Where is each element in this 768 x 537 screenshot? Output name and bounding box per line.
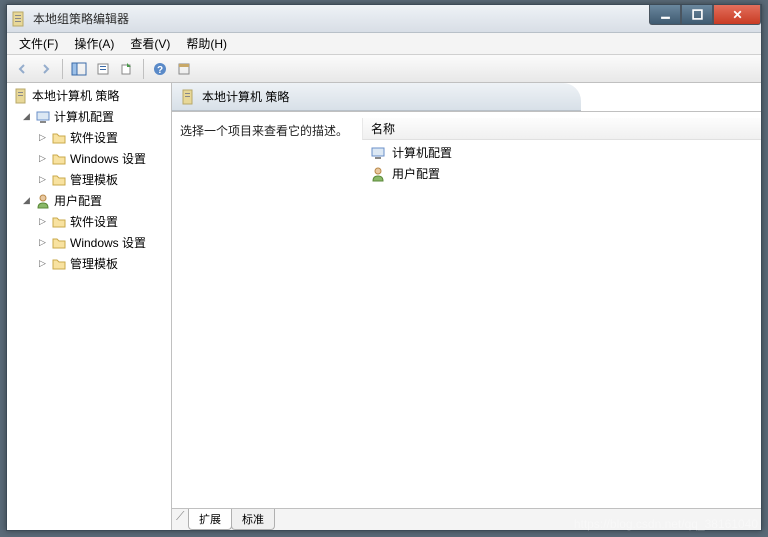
menu-file[interactable]: 文件(F) xyxy=(11,33,66,54)
computer-icon xyxy=(370,145,386,161)
watermark: https://blog.csdn.net/qq_38161040 xyxy=(574,517,758,531)
document-icon xyxy=(180,89,196,105)
tree-computer-config[interactable]: ◢ 计算机配置 xyxy=(7,106,171,127)
menu-action[interactable]: 操作(A) xyxy=(66,33,122,54)
tree-label: Windows 设置 xyxy=(70,150,146,167)
toolbar-separator xyxy=(143,59,144,79)
minimize-button[interactable] xyxy=(649,5,681,25)
expand-icon[interactable]: ▷ xyxy=(37,258,48,269)
document-icon xyxy=(13,88,29,104)
export-button[interactable] xyxy=(116,58,138,80)
app-icon xyxy=(11,11,27,27)
user-icon xyxy=(35,193,51,209)
tree-label: 软件设置 xyxy=(70,213,118,230)
folder-icon xyxy=(51,172,67,188)
detail-title: 本地计算机 策略 xyxy=(202,88,289,105)
folder-icon xyxy=(51,256,67,272)
expand-icon[interactable]: ▷ xyxy=(37,237,48,248)
user-icon xyxy=(370,166,386,182)
window-controls xyxy=(649,5,761,25)
tree-software-settings[interactable]: ▷ 软件设置 xyxy=(7,127,171,148)
list-item-label: 计算机配置 xyxy=(392,144,452,161)
forward-button[interactable] xyxy=(35,58,57,80)
detail-header: 本地计算机 策略 xyxy=(172,83,581,111)
list-column: 名称 计算机配置 用户配置 xyxy=(362,118,761,508)
show-hide-tree-button[interactable] xyxy=(68,58,90,80)
list-item-label: 用户配置 xyxy=(392,165,440,182)
menu-help[interactable]: 帮助(H) xyxy=(178,33,235,54)
tree-pane[interactable]: 本地计算机 策略 ◢ 计算机配置 ▷ 软件设置 ▷ Windows 设置 ▷ 管… xyxy=(7,83,172,530)
tree-admin-templates[interactable]: ▷ 管理模板 xyxy=(7,253,171,274)
list-item-user[interactable]: 用户配置 xyxy=(362,163,761,184)
expand-icon[interactable]: ▷ xyxy=(37,153,48,164)
tab-extended[interactable]: 扩展 xyxy=(188,509,232,530)
folder-icon xyxy=(51,214,67,230)
tree-label: 管理模板 xyxy=(70,171,118,188)
collapse-icon[interactable]: ◢ xyxy=(21,111,32,122)
help-button[interactable]: ? xyxy=(149,58,171,80)
expand-icon[interactable]: ▷ xyxy=(37,216,48,227)
folder-icon xyxy=(51,235,67,251)
computer-icon xyxy=(35,109,51,125)
detail-body: 选择一个项目来查看它的描述。 名称 计算机配置 用户配置 xyxy=(172,112,761,508)
filter-button[interactable] xyxy=(173,58,195,80)
close-button[interactable] xyxy=(713,5,761,25)
folder-icon xyxy=(51,130,67,146)
tree-windows-settings[interactable]: ▷ Windows 设置 xyxy=(7,148,171,169)
expand-icon[interactable]: ▷ xyxy=(37,174,48,185)
content-area: 本地计算机 策略 ◢ 计算机配置 ▷ 软件设置 ▷ Windows 设置 ▷ 管… xyxy=(7,83,761,530)
svg-text:?: ? xyxy=(157,65,163,76)
column-header-name[interactable]: 名称 xyxy=(362,118,761,140)
tree-label: 计算机配置 xyxy=(54,108,114,125)
detail-pane: 本地计算机 策略 选择一个项目来查看它的描述。 名称 计算机配置 xyxy=(172,83,761,530)
collapse-icon[interactable]: ◢ xyxy=(21,195,32,206)
tree-admin-templates[interactable]: ▷ 管理模板 xyxy=(7,169,171,190)
tab-standard[interactable]: 标准 xyxy=(231,509,275,530)
toolbar-separator xyxy=(62,59,63,79)
column-label: 名称 xyxy=(371,120,395,137)
tree-label: 本地计算机 策略 xyxy=(32,87,119,104)
tree-windows-settings[interactable]: ▷ Windows 设置 xyxy=(7,232,171,253)
back-button[interactable] xyxy=(11,58,33,80)
tree-software-settings[interactable]: ▷ 软件设置 xyxy=(7,211,171,232)
menu-view[interactable]: 查看(V) xyxy=(122,33,178,54)
tab-decoration: ⟋ xyxy=(176,509,184,524)
description-column: 选择一个项目来查看它的描述。 xyxy=(172,118,362,508)
menubar: 文件(F) 操作(A) 查看(V) 帮助(H) xyxy=(7,33,761,55)
tree-root[interactable]: 本地计算机 策略 xyxy=(7,85,171,106)
maximize-button[interactable] xyxy=(681,5,713,25)
folder-icon xyxy=(51,151,67,167)
titlebar[interactable]: 本地组策略编辑器 xyxy=(7,5,761,33)
expand-icon[interactable]: ▷ xyxy=(37,132,48,143)
tree-label: 用户配置 xyxy=(54,192,102,209)
tree-label: 管理模板 xyxy=(70,255,118,272)
tree-user-config[interactable]: ◢ 用户配置 xyxy=(7,190,171,211)
properties-button[interactable] xyxy=(92,58,114,80)
tree-label: 软件设置 xyxy=(70,129,118,146)
toolbar: ? xyxy=(7,55,761,83)
description-text: 选择一个项目来查看它的描述。 xyxy=(180,124,348,138)
tree-label: Windows 设置 xyxy=(70,234,146,251)
list-item-computer[interactable]: 计算机配置 xyxy=(362,142,761,163)
app-window: 本地组策略编辑器 文件(F) 操作(A) 查看(V) 帮助(H) ? 本地计算机… xyxy=(6,4,762,531)
